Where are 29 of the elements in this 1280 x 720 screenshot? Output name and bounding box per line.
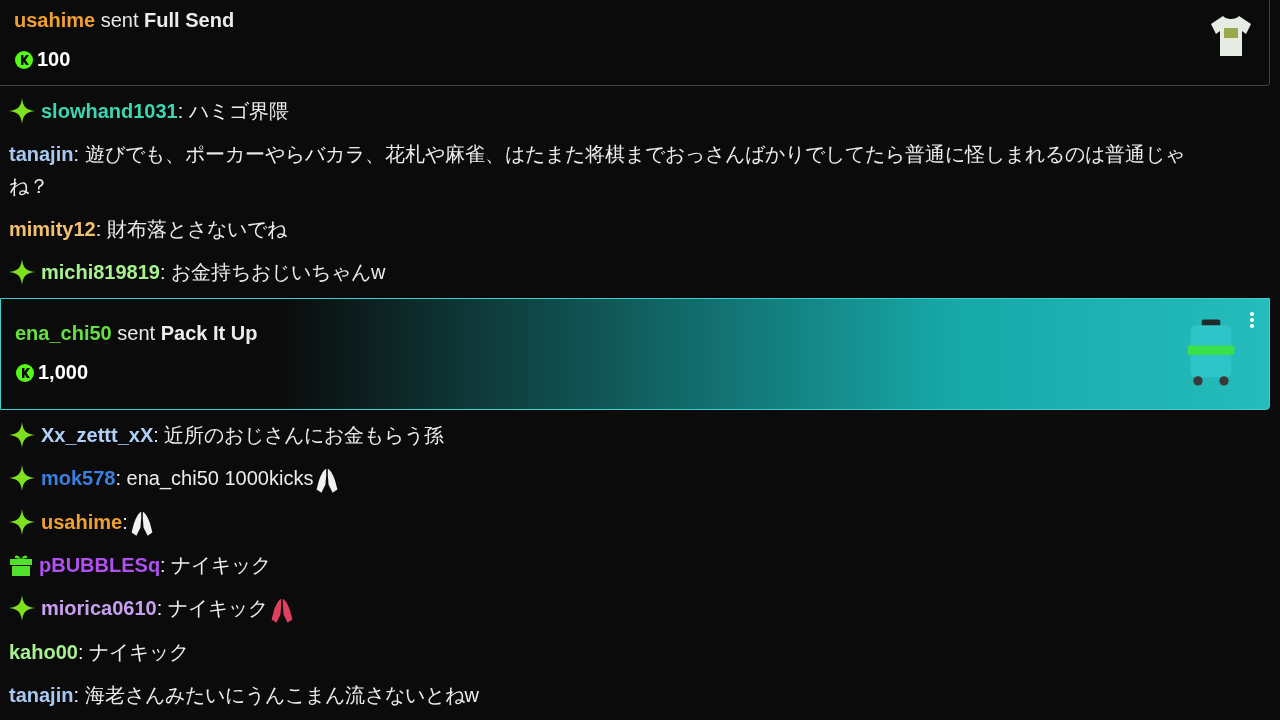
- sent-label: sent: [117, 322, 156, 344]
- more-options-icon[interactable]: [1249, 311, 1255, 329]
- sparkle-badge-icon: [9, 508, 35, 535]
- chat-message: kaho00: ナイキック: [9, 640, 190, 666]
- sparkle-badge-icon: [9, 98, 35, 124]
- gift-amount: 1,000: [38, 361, 89, 384]
- chat-message: tanajin: 海老さんみたいにうんこまん流さないとねw: [9, 683, 479, 709]
- kick-coin-icon: [15, 362, 35, 383]
- chat-message: mimity12: 財布落とさないでね: [9, 217, 287, 242]
- sent-label: sent: [100, 9, 139, 31]
- chat-message: michi819819: お金持ちおじいちゃんw: [41, 260, 386, 285]
- gift-badge-icon: [9, 553, 33, 578]
- chat-message: tanajin: 遊びでも、ポーカーやらバカラ、花札や麻雀、はたまた将棋までおっさんばかりでしてたら普通に怪しまれるのは普通じゃね？: [9, 142, 1186, 199]
- gift-name: Full Send: [144, 9, 235, 31]
- sparkle-badge-icon: [9, 259, 35, 285]
- chat-message: mok578: ena_chi50 1000kicks: [41, 462, 340, 495]
- chat-message: Xx_zettt_xX: 近所のおじさんにお金もらう孫: [41, 423, 445, 448]
- chat-message: usahime:: [41, 505, 154, 539]
- chat-message: miorica0610: ナイキック: [41, 592, 294, 626]
- sparkle-badge-icon: [9, 465, 35, 491]
- username[interactable]: usahime: [14, 9, 96, 31]
- gift-amount: 100: [37, 48, 71, 71]
- kick-coin-icon: [14, 49, 34, 70]
- sparkle-badge-icon: [9, 595, 35, 622]
- chat-message: pBUBBLESq: ナイキック: [39, 553, 272, 579]
- chat-message: slowhand1031: ハミゴ界隈: [41, 99, 289, 124]
- username[interactable]: ena_chi50: [15, 322, 112, 344]
- sparkle-badge-icon: [9, 422, 35, 448]
- gift-name: Pack It Up: [160, 322, 258, 344]
